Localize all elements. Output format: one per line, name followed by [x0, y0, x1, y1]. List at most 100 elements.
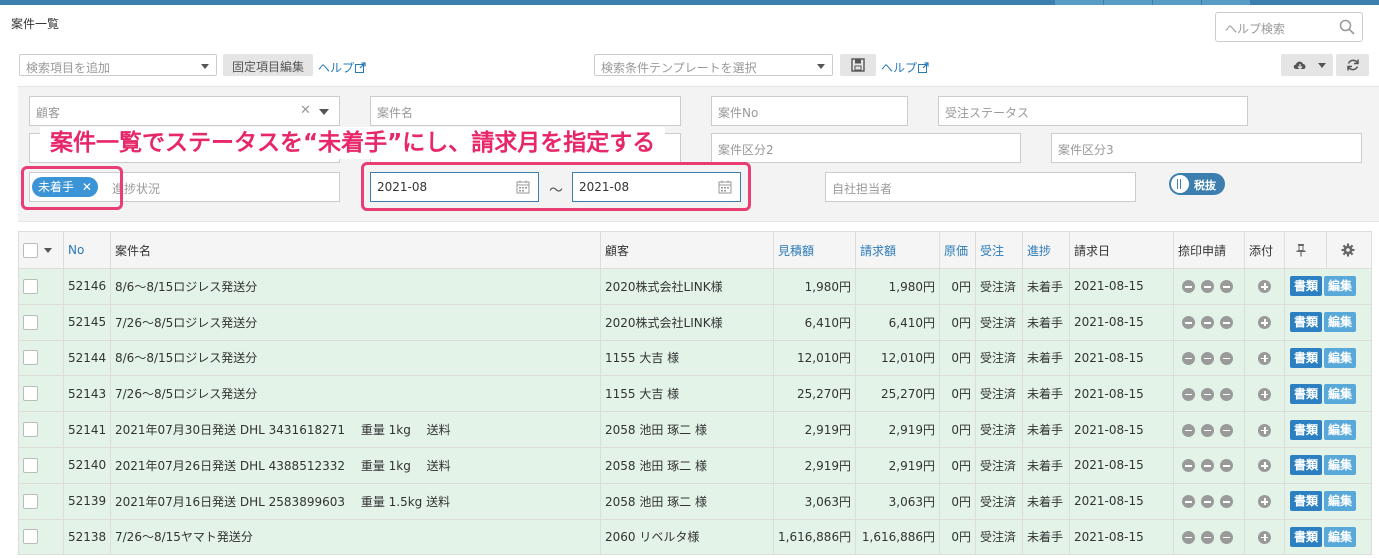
minus-circle-icon [1182, 423, 1195, 437]
tax-toggle[interactable]: 税抜 [1169, 173, 1225, 195]
fixed-items-edit-button[interactable]: 固定項目編集 [223, 54, 313, 76]
plus-circle-icon[interactable] [1258, 459, 1271, 473]
column-header-cost[interactable]: 原価 [939, 231, 976, 269]
edit-button[interactable]: 編集 [1324, 491, 1357, 512]
row-select-cell[interactable] [18, 303, 64, 341]
help-search-input[interactable]: ヘルプ検索 [1215, 12, 1363, 42]
download-menu-button[interactable] [1281, 54, 1333, 76]
row-attach[interactable] [1244, 303, 1285, 341]
documents-button[interactable]: 書類 [1290, 455, 1323, 476]
column-header-progress[interactable]: 進捗 [1022, 231, 1070, 269]
column-header-estimate[interactable]: 見積額 [773, 231, 856, 269]
row-checkbox[interactable] [23, 314, 38, 330]
search-template-select[interactable]: 検索条件テンプレートを選択 [594, 54, 833, 76]
edit-button[interactable]: 編集 [1324, 455, 1357, 476]
save-template-button[interactable] [840, 54, 876, 76]
row-attach[interactable] [1244, 518, 1285, 556]
table-row[interactable]: 52143 7/26～8/5ロジレス発送分 1155 大吉 様 25,270円 25,2… [18, 375, 1372, 413]
row-attach[interactable] [1244, 482, 1285, 520]
row-select-cell[interactable] [18, 411, 64, 448]
row-checkbox[interactable] [23, 457, 38, 473]
plus-circle-icon[interactable] [1258, 495, 1271, 509]
row-project-name[interactable]: 2021年07月16日発送 DHL 2583899603 重量 1.5kg 送料 [110, 482, 601, 520]
minus-circle-icon [1201, 280, 1214, 294]
documents-button[interactable]: 書類 [1290, 526, 1323, 547]
table-row[interactable]: 52140 2021年07月26日発送 DHL 4388512332 重量 1kg… [18, 446, 1372, 484]
row-attach[interactable] [1244, 411, 1285, 448]
edit-button[interactable]: 編集 [1324, 276, 1357, 297]
documents-button[interactable]: 書類 [1290, 276, 1323, 297]
row-select-cell[interactable] [18, 518, 64, 556]
project-no-field[interactable]: 案件No [711, 96, 908, 126]
refresh-button[interactable] [1336, 54, 1369, 76]
plus-circle-icon[interactable] [1258, 316, 1271, 330]
order-status-field[interactable]: 受注ステータス [938, 96, 1248, 126]
documents-button[interactable]: 書類 [1290, 347, 1323, 368]
row-checkbox[interactable] [23, 350, 38, 366]
table-row[interactable]: 52146 8/6～8/15ロジレス発送分 2020株式会社LINK様 1,980円 1… [18, 268, 1372, 305]
add-search-item-select[interactable]: 検索項目を追加 [19, 54, 217, 76]
row-project-name[interactable]: 2021年07月30日発送 DHL 3431618271 重量 1kg 送料 [110, 411, 601, 448]
staff-field[interactable]: 自社担当者 [825, 172, 1136, 202]
table-row[interactable]: 52139 2021年07月16日発送 DHL 2583899603 重量 1.5… [18, 482, 1372, 520]
edit-button[interactable]: 編集 [1324, 383, 1357, 404]
gear-icon[interactable] [1341, 243, 1355, 257]
plus-circle-icon[interactable] [1258, 423, 1271, 437]
project-name-field[interactable]: 案件名 [370, 96, 681, 126]
settings-header[interactable] [1326, 231, 1372, 269]
row-project-name[interactable]: 2021年07月26日発送 DHL 4388512332 重量 1kg 送料 [110, 446, 601, 484]
documents-button[interactable]: 書類 [1290, 312, 1323, 333]
row-project-name[interactable]: 8/6～8/15ロジレス発送分 [110, 268, 601, 305]
documents-button[interactable]: 書類 [1290, 383, 1323, 404]
table-row[interactable]: 52144 8/6～8/15ロジレス発送分 1155 大吉 様 12,010円 12,0… [18, 339, 1372, 377]
row-project-name[interactable]: 7/26～8/15ヤマト発送分 [110, 518, 601, 556]
row-attach[interactable] [1244, 446, 1285, 484]
customer-filter-select[interactable]: 顧客 ✕ [29, 96, 340, 126]
row-select-cell[interactable] [18, 375, 64, 413]
table-row[interactable]: 52138 7/26～8/15ヤマト発送分 2060 リベルタ様 1,616,886円… [18, 518, 1372, 556]
plus-circle-icon[interactable] [1258, 530, 1271, 544]
row-checkbox[interactable] [23, 422, 38, 438]
row-checkbox[interactable] [23, 529, 38, 545]
row-select-cell[interactable] [18, 339, 64, 377]
plus-circle-icon[interactable] [1258, 280, 1271, 294]
row-attach[interactable] [1244, 339, 1285, 377]
documents-button[interactable]: 書類 [1290, 491, 1323, 512]
row-project-name[interactable]: 7/26～8/5ロジレス発送分 [110, 375, 601, 413]
row-checkbox[interactable] [23, 386, 38, 402]
plus-circle-icon[interactable] [1258, 387, 1271, 401]
row-checkbox[interactable] [23, 493, 38, 509]
category3-field[interactable]: 案件区分3 [1051, 133, 1362, 163]
pin-header[interactable] [1284, 231, 1327, 269]
column-header-no[interactable]: No [63, 231, 111, 269]
row-select-cell[interactable] [18, 268, 64, 305]
edit-button[interactable]: 編集 [1324, 312, 1357, 333]
row-order-status: 受注済 [975, 268, 1023, 305]
search-icon[interactable] [1339, 19, 1355, 35]
row-select-cell[interactable] [18, 482, 64, 520]
select-all-header[interactable] [18, 231, 64, 269]
row-project-name[interactable]: 7/26～8/5ロジレス発送分 [110, 303, 601, 341]
clear-icon[interactable]: ✕ [300, 103, 311, 118]
row-checkbox[interactable] [23, 278, 38, 294]
edit-button[interactable]: 編集 [1324, 526, 1357, 547]
category2-field[interactable]: 案件区分2 [711, 133, 1021, 163]
column-header-invoice[interactable]: 請求額 [855, 231, 940, 269]
row-attach[interactable] [1244, 268, 1285, 305]
documents-button[interactable]: 書類 [1290, 419, 1323, 440]
chevron-down-icon[interactable] [44, 247, 52, 253]
help-link-left[interactable]: ヘルプ [318, 59, 366, 76]
column-header-order[interactable]: 受注 [975, 231, 1023, 269]
pin-icon[interactable] [1295, 243, 1307, 257]
help-link-right[interactable]: ヘルプ [881, 59, 929, 76]
table-row[interactable]: 52145 7/26～8/5ロジレス発送分 2020株式会社LINK様 6,410円 6… [18, 303, 1372, 341]
row-attach[interactable] [1244, 375, 1285, 413]
table-row[interactable]: 52141 2021年07月30日発送 DHL 3431618271 重量 1kg… [18, 411, 1372, 448]
plus-circle-icon[interactable] [1258, 351, 1271, 365]
select-all-checkbox[interactable] [23, 242, 38, 258]
edit-button[interactable]: 編集 [1324, 419, 1357, 440]
row-project-name[interactable]: 8/6～8/15ロジレス発送分 [110, 339, 601, 377]
chevron-down-icon[interactable] [319, 109, 329, 115]
row-select-cell[interactable] [18, 446, 64, 484]
edit-button[interactable]: 編集 [1324, 347, 1357, 368]
